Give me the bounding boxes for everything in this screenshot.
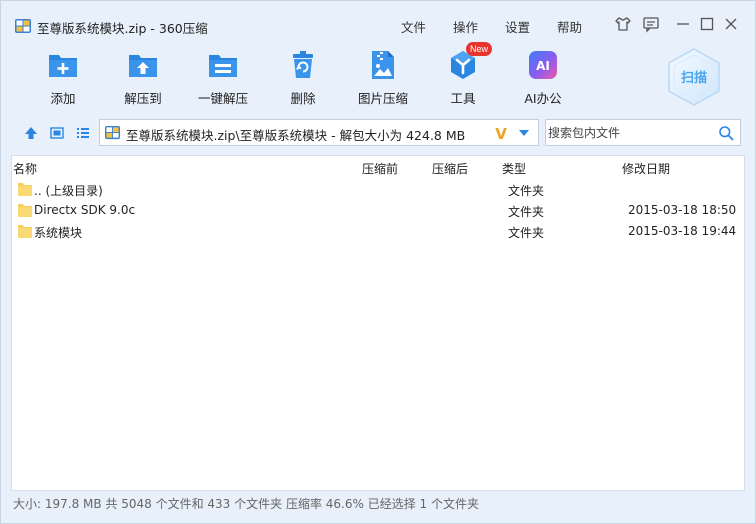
column-header-packed-before[interactable]: 压缩前 — [362, 160, 398, 177]
tools-button-label: 工具 — [450, 91, 476, 106]
file-name: Directx SDK 9.0c — [34, 203, 136, 217]
file-type: 文件夹 — [508, 184, 545, 198]
ai-icon-text: AI — [536, 59, 550, 73]
close-icon[interactable] — [721, 14, 741, 34]
column-header-packed-after[interactable]: 压缩后 — [432, 160, 468, 177]
one-click-extract-icon — [209, 55, 237, 77]
v-badge-text: V — [495, 125, 507, 141]
status-text: 大小: 197.8 MB 共 5048 个文件和 433 个文件夹 压缩率 46… — [13, 497, 479, 511]
delete-button-label: 删除 — [290, 91, 316, 106]
feedback-icon[interactable] — [641, 14, 661, 34]
extract-to-button[interactable]: 解压到 — [111, 49, 175, 109]
image-compress-button-label: 图片压缩 — [357, 91, 408, 106]
title-bar: 至尊版系统模块.zip - 360压缩 文件 操作 设置 帮助 — [1, 1, 755, 47]
file-date: 2015-03-18 18:50 — [628, 203, 737, 217]
chevron-down-icon[interactable] — [518, 129, 530, 137]
add-button[interactable]: 添加 — [31, 49, 95, 109]
up-arrow-icon[interactable] — [23, 125, 39, 141]
file-type: 文件夹 — [508, 205, 545, 219]
zip-file-icon — [105, 125, 120, 140]
menu-help[interactable]: 帮助 — [557, 17, 582, 36]
image-compress-button[interactable]: 图片压缩 — [351, 49, 415, 109]
status-bar: 大小: 197.8 MB 共 5048 个文件和 433 个文件夹 压缩率 46… — [1, 491, 755, 515]
file-name: .. (上级目录) — [34, 184, 103, 198]
add-button-label: 添加 — [50, 91, 76, 106]
folder-icon — [18, 225, 32, 238]
scan-label: 扫描 — [681, 70, 707, 86]
file-date: 2015-03-18 19:44 — [628, 224, 737, 238]
maximize-icon[interactable] — [697, 14, 717, 34]
column-header-modified[interactable]: 修改日期 — [622, 160, 670, 177]
address-path: 至尊版系统模块.zip\至尊版系统模块 - 解包大小为 424.8 MB — [126, 128, 466, 143]
file-name: 系统模块 — [34, 226, 83, 240]
list-view-icon[interactable] — [75, 125, 91, 141]
skin-icon[interactable] — [613, 14, 633, 34]
v-badge-icon[interactable]: V — [493, 125, 509, 141]
menu-operation[interactable]: 操作 — [453, 17, 478, 36]
thumbnail-view-icon[interactable] — [49, 125, 65, 141]
ai-office-icon: AI — [529, 51, 557, 79]
image-compress-icon — [372, 51, 394, 79]
app-logo-icon — [15, 19, 31, 33]
minimize-icon[interactable] — [673, 14, 693, 34]
address-bar[interactable]: 至尊版系统模块.zip\至尊版系统模块 - 解包大小为 424.8 MB V — [99, 119, 539, 146]
file-row[interactable]: 系统模块 文件夹 2015-03-18 19:44 — [12, 221, 744, 242]
app-window: 至尊版系统模块.zip - 360压缩 文件 操作 设置 帮助 添加 解压到 一… — [0, 0, 756, 524]
file-row[interactable]: .. (上级目录) 文件夹 — [12, 179, 744, 200]
search-input[interactable] — [546, 120, 713, 145]
one-click-extract-button-label: 一键解压 — [197, 91, 248, 106]
delete-button[interactable]: 删除 — [271, 49, 335, 109]
folder-icon — [18, 204, 32, 217]
one-click-extract-button[interactable]: 一键解压 — [191, 49, 255, 109]
file-type: 文件夹 — [508, 226, 545, 240]
new-badge: New — [466, 42, 492, 56]
ai-office-button-label: AI办公 — [524, 91, 562, 106]
folder-icon — [18, 183, 32, 196]
scan-button[interactable]: 扫描 — [666, 47, 722, 107]
extract-to-button-label: 解压到 — [124, 91, 162, 106]
column-header-name[interactable]: 名称 — [13, 160, 37, 177]
extract-to-icon — [129, 55, 157, 77]
search-icon[interactable] — [718, 125, 734, 141]
menu-file[interactable]: 文件 — [401, 17, 426, 36]
delete-icon — [293, 51, 313, 78]
window-title: 至尊版系统模块.zip - 360压缩 — [37, 21, 208, 36]
add-icon — [49, 55, 77, 77]
ai-office-button[interactable]: AI AI办公 — [511, 49, 575, 109]
column-header-type[interactable]: 类型 — [502, 160, 526, 177]
tools-button[interactable]: 工具 — [431, 49, 495, 109]
file-row[interactable]: Directx SDK 9.0c 文件夹 2015-03-18 18:50 — [12, 200, 744, 221]
file-list[interactable]: 名称 压缩前 压缩后 类型 修改日期 .. (上级目录) 文件夹 Directx… — [11, 155, 745, 491]
menu-settings[interactable]: 设置 — [505, 17, 530, 36]
search-box[interactable] — [545, 119, 741, 146]
